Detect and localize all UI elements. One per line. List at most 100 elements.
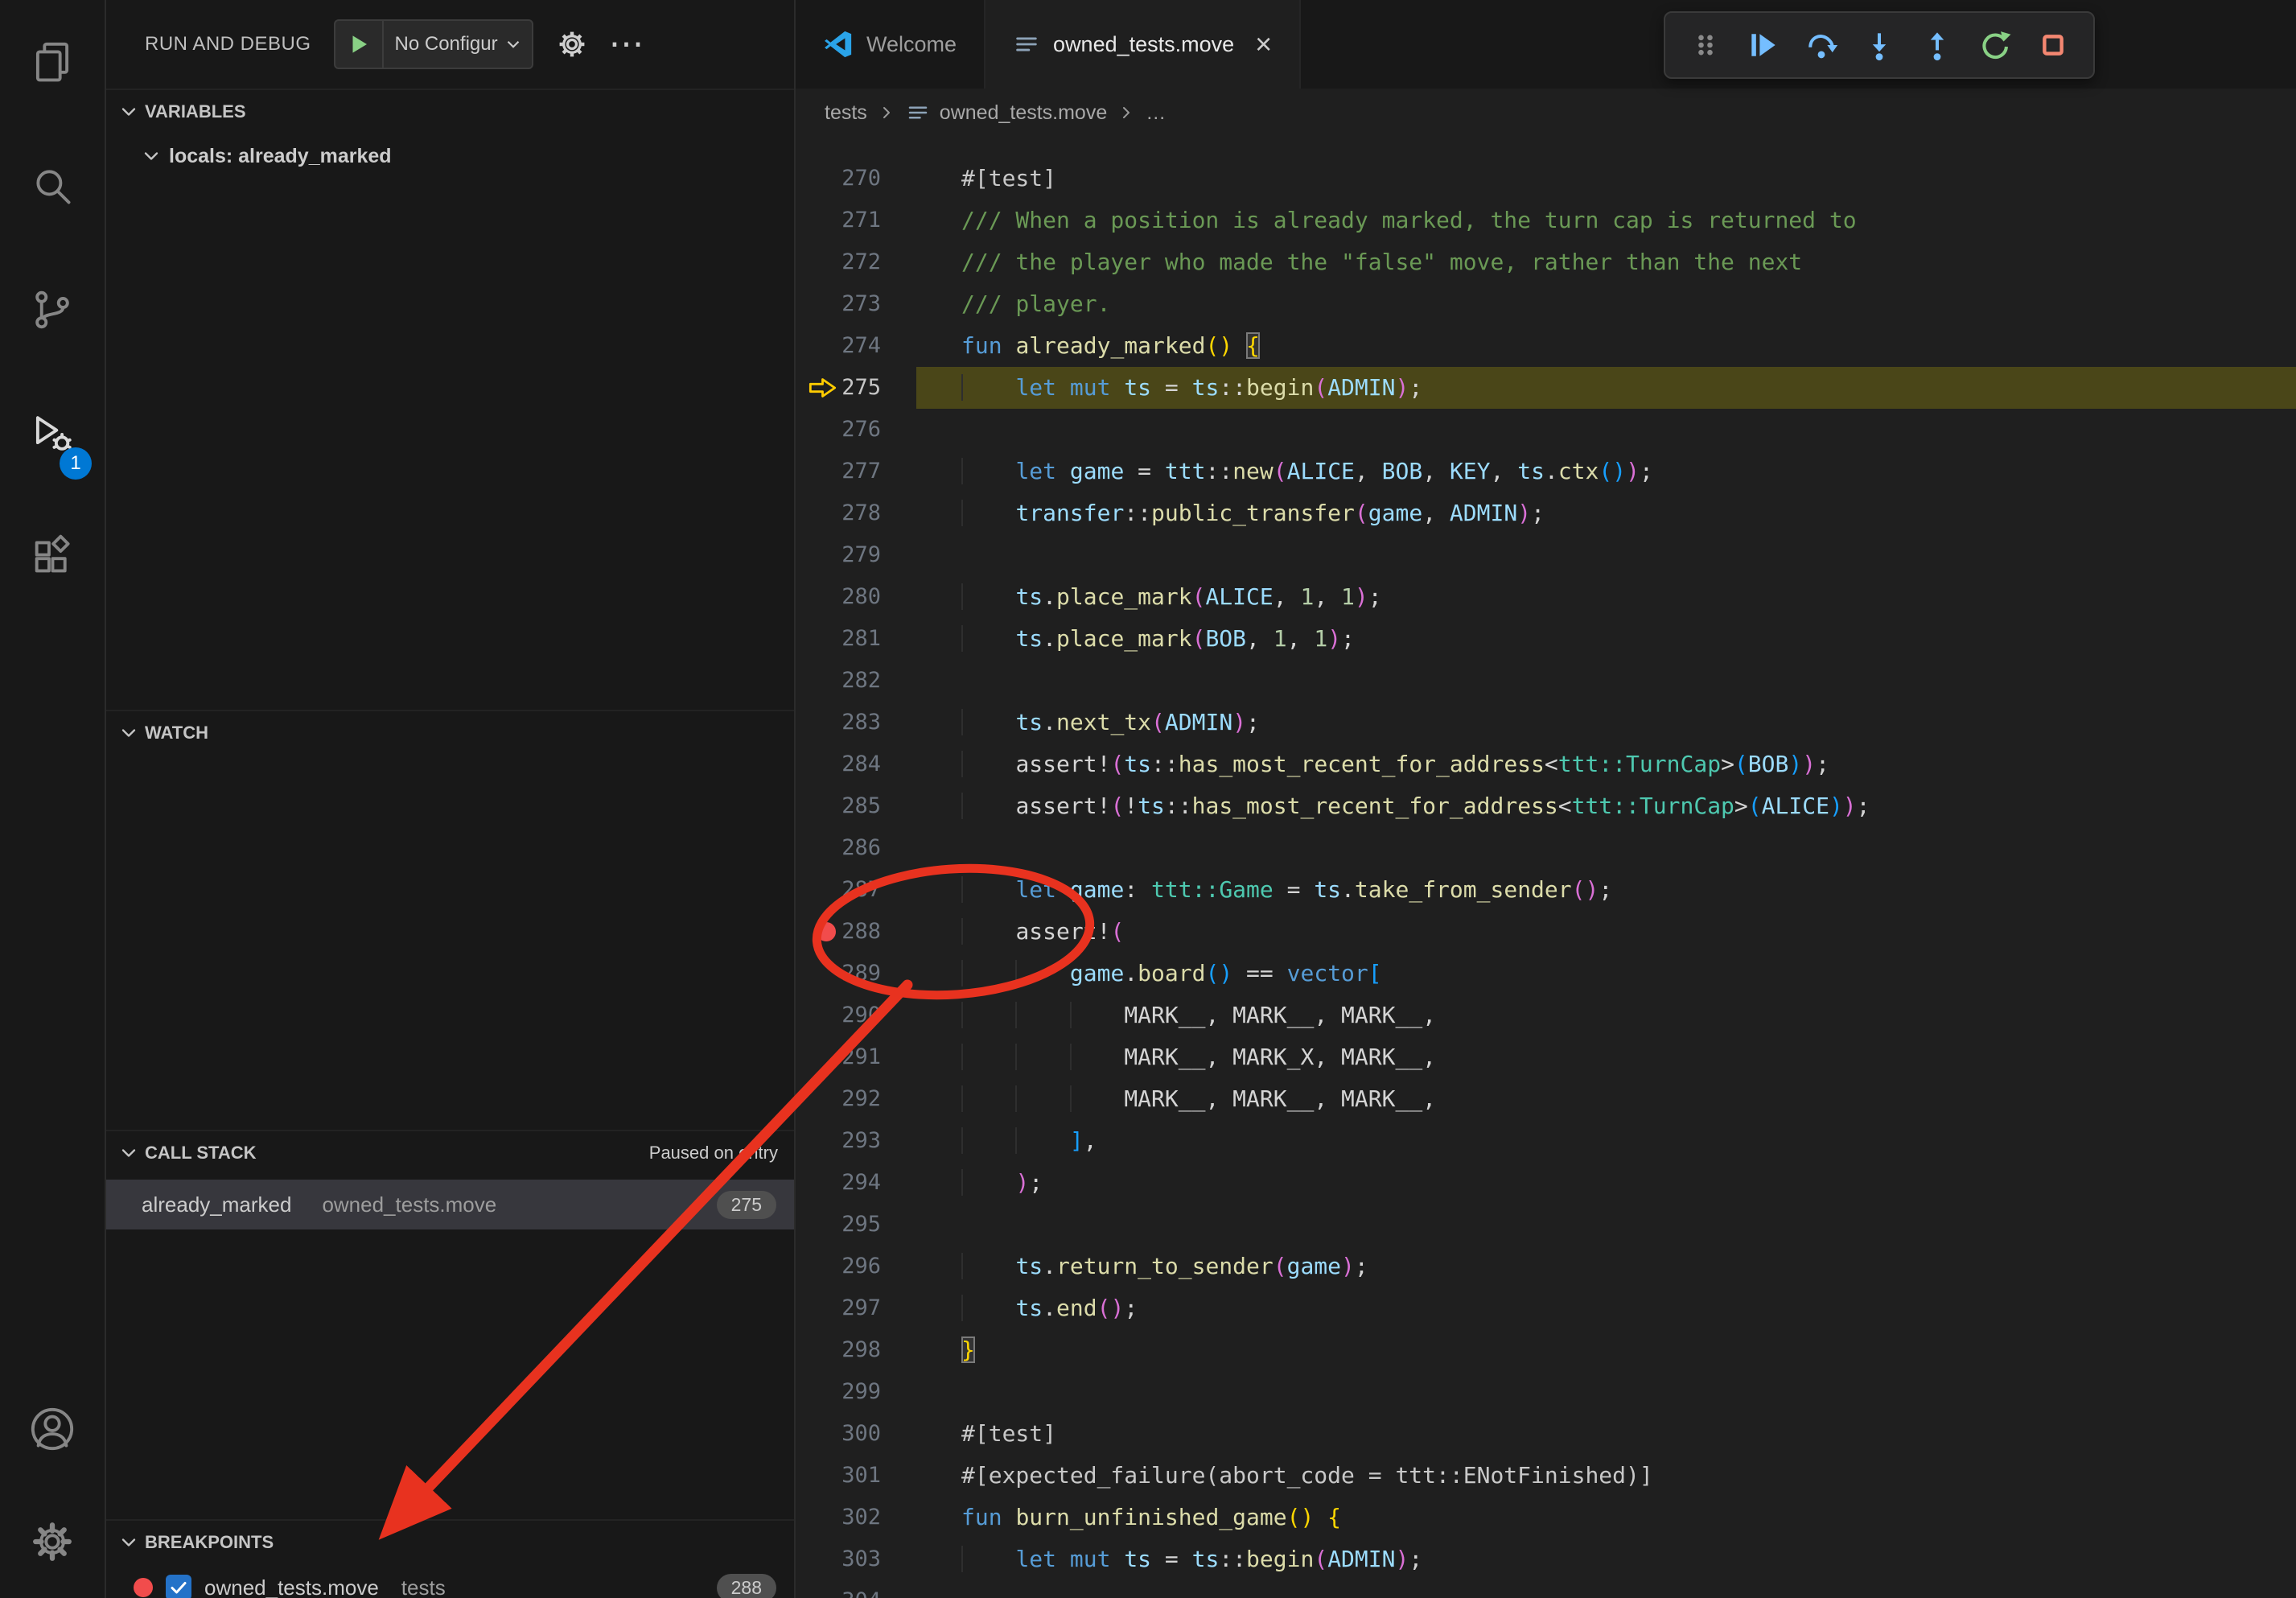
code-line-content[interactable]: assert!(ts::has_most_recent_for_address<… (916, 743, 2296, 785)
code-line-content[interactable]: assert!( (916, 911, 2296, 953)
code-line-content[interactable]: /// When a position is already marked, t… (916, 200, 2296, 241)
gutter[interactable]: 289 (796, 953, 916, 995)
code-line-content[interactable]: let mut ts = ts::begin(ADMIN); (916, 367, 2296, 409)
code-line-content[interactable]: fun already_marked() { (916, 325, 2296, 367)
tab-owned-tests-move[interactable]: owned_tests.move × (985, 0, 1301, 89)
code-line-content[interactable]: } (916, 1329, 2296, 1371)
code-line-content[interactable]: let mut ts = ts::begin(ADMIN); (916, 1538, 2296, 1580)
gutter[interactable]: 292 (796, 1078, 916, 1120)
code-line-content[interactable]: transfer::public_transfer(game, ADMIN); (916, 492, 2296, 534)
call-stack-frame[interactable]: already_marked owned_tests.move 275 (106, 1180, 794, 1229)
call-stack-section-header[interactable]: CALL STACK Paused on entry (106, 1130, 794, 1175)
activity-item-account[interactable] (0, 1373, 105, 1485)
code-line-content[interactable]: let game: ttt::Game = ts.take_from_sende… (916, 869, 2296, 911)
gutter[interactable]: 285 (796, 785, 916, 827)
watch-section-header[interactable]: WATCH (106, 710, 794, 755)
breakpoint-checkbox[interactable] (166, 1575, 191, 1598)
variables-section-header[interactable]: VARIABLES (106, 89, 794, 134)
code-line-content[interactable]: fun burn_unfinished_game() { (916, 1497, 2296, 1538)
gutter[interactable]: 274 (796, 325, 916, 367)
code-line-content[interactable] (916, 409, 2296, 451)
gutter[interactable]: 278 (796, 492, 916, 534)
gutter[interactable]: 300 (796, 1413, 916, 1455)
gutter[interactable]: 273 (796, 283, 916, 325)
gutter[interactable]: 287 (796, 869, 916, 911)
gutter[interactable]: 290 (796, 995, 916, 1036)
code-line-content[interactable] (916, 1371, 2296, 1413)
gutter[interactable]: 293 (796, 1120, 916, 1162)
code-line-content[interactable]: game.board() == vector[ (916, 953, 2296, 995)
toolbar-drag-handle[interactable] (1688, 27, 1723, 63)
code-line-content[interactable]: ts.place_mark(BOB, 1, 1); (916, 618, 2296, 660)
gutter[interactable]: 277 (796, 451, 916, 492)
code-line-content[interactable]: MARK__, MARK__, MARK__, (916, 1078, 2296, 1120)
activity-item-extensions[interactable] (0, 496, 105, 620)
gutter[interactable]: 301 (796, 1455, 916, 1497)
breadcrumb-more[interactable]: … (1146, 101, 1166, 125)
gutter[interactable]: 282 (796, 660, 916, 702)
gutter[interactable]: 288 (796, 911, 916, 953)
variables-scope-locals[interactable]: locals: already_marked (106, 134, 794, 179)
gutter[interactable]: 283 (796, 702, 916, 743)
code-line-content[interactable]: ts.end(); (916, 1287, 2296, 1329)
code-line-content[interactable]: ts.place_mark(ALICE, 1, 1); (916, 576, 2296, 618)
code-line-content[interactable] (916, 1204, 2296, 1246)
code-line-content[interactable]: ); (916, 1162, 2296, 1204)
gutter[interactable]: 304 (796, 1580, 916, 1598)
gutter[interactable]: 281 (796, 618, 916, 660)
more-actions-button[interactable]: ⋯ (609, 34, 644, 55)
code-line-content[interactable]: #[test] (916, 1413, 2296, 1455)
continue-button[interactable] (1746, 27, 1781, 63)
code-line-content[interactable] (916, 534, 2296, 576)
gutter[interactable]: 276 (796, 409, 916, 451)
code-line-content[interactable]: ts.return_to_sender(game); (916, 1246, 2296, 1287)
gutter[interactable]: 284 (796, 743, 916, 785)
breadcrumb-file[interactable]: owned_tests.move (940, 101, 1107, 125)
breadcrumb-tests[interactable]: tests (825, 101, 867, 125)
code-line-content[interactable]: ts.next_tx(ADMIN); (916, 702, 2296, 743)
gutter[interactable]: 279 (796, 534, 916, 576)
activity-item-search[interactable] (0, 124, 105, 248)
code-line-content[interactable]: #[expected_failure(abort_code = ttt::ENo… (916, 1455, 2296, 1497)
gutter[interactable]: 303 (796, 1538, 916, 1580)
gutter[interactable]: 291 (796, 1036, 916, 1078)
code-line-content[interactable]: ], (916, 1120, 2296, 1162)
gutter[interactable]: 286 (796, 827, 916, 869)
code-line-content[interactable]: MARK__, MARK__, MARK__, (916, 995, 2296, 1036)
breakpoint-list-item[interactable]: owned_tests.move tests 288 (106, 1564, 794, 1598)
gutter[interactable]: 297 (796, 1287, 916, 1329)
gutter[interactable]: 275 (796, 367, 916, 409)
debug-config-dropdown[interactable]: No Configur (334, 19, 533, 69)
code-line-content[interactable] (916, 1580, 2296, 1598)
code-line-content[interactable]: /// player. (916, 283, 2296, 325)
gutter[interactable]: 296 (796, 1246, 916, 1287)
step-into-button[interactable] (1862, 27, 1897, 63)
code-line-content[interactable]: #[test] (916, 158, 2296, 200)
breakpoints-section-header[interactable]: BREAKPOINTS (106, 1519, 794, 1564)
close-tab-icon[interactable]: × (1255, 30, 1272, 59)
code-line-content[interactable]: assert!(!ts::has_most_recent_for_address… (916, 785, 2296, 827)
debug-start-button[interactable] (335, 21, 384, 68)
code-line-content[interactable]: MARK__, MARK_X, MARK__, (916, 1036, 2296, 1078)
restart-button[interactable] (1977, 27, 2013, 63)
gutter[interactable]: 271 (796, 200, 916, 241)
gutter[interactable]: 302 (796, 1497, 916, 1538)
activity-item-run-and-debug[interactable]: 1 (0, 372, 105, 496)
tab-welcome[interactable]: Welcome (796, 0, 985, 89)
code-line-content[interactable] (916, 660, 2296, 702)
stop-button[interactable] (2035, 27, 2071, 63)
step-out-button[interactable] (1920, 27, 1955, 63)
step-over-button[interactable] (1804, 27, 1839, 63)
activity-item-source-control[interactable] (0, 248, 105, 372)
code-line-content[interactable] (916, 827, 2296, 869)
gutter[interactable]: 272 (796, 241, 916, 283)
gutter[interactable]: 280 (796, 576, 916, 618)
code-line-content[interactable]: let game = ttt::new(ALICE, BOB, KEY, ts.… (916, 451, 2296, 492)
activity-item-explorer[interactable] (0, 0, 105, 124)
gutter[interactable]: 270 (796, 158, 916, 200)
activity-item-settings[interactable] (0, 1485, 105, 1598)
gutter[interactable]: 299 (796, 1371, 916, 1413)
gutter[interactable]: 295 (796, 1204, 916, 1246)
debug-settings-button[interactable] (554, 27, 590, 62)
gutter[interactable]: 298 (796, 1329, 916, 1371)
